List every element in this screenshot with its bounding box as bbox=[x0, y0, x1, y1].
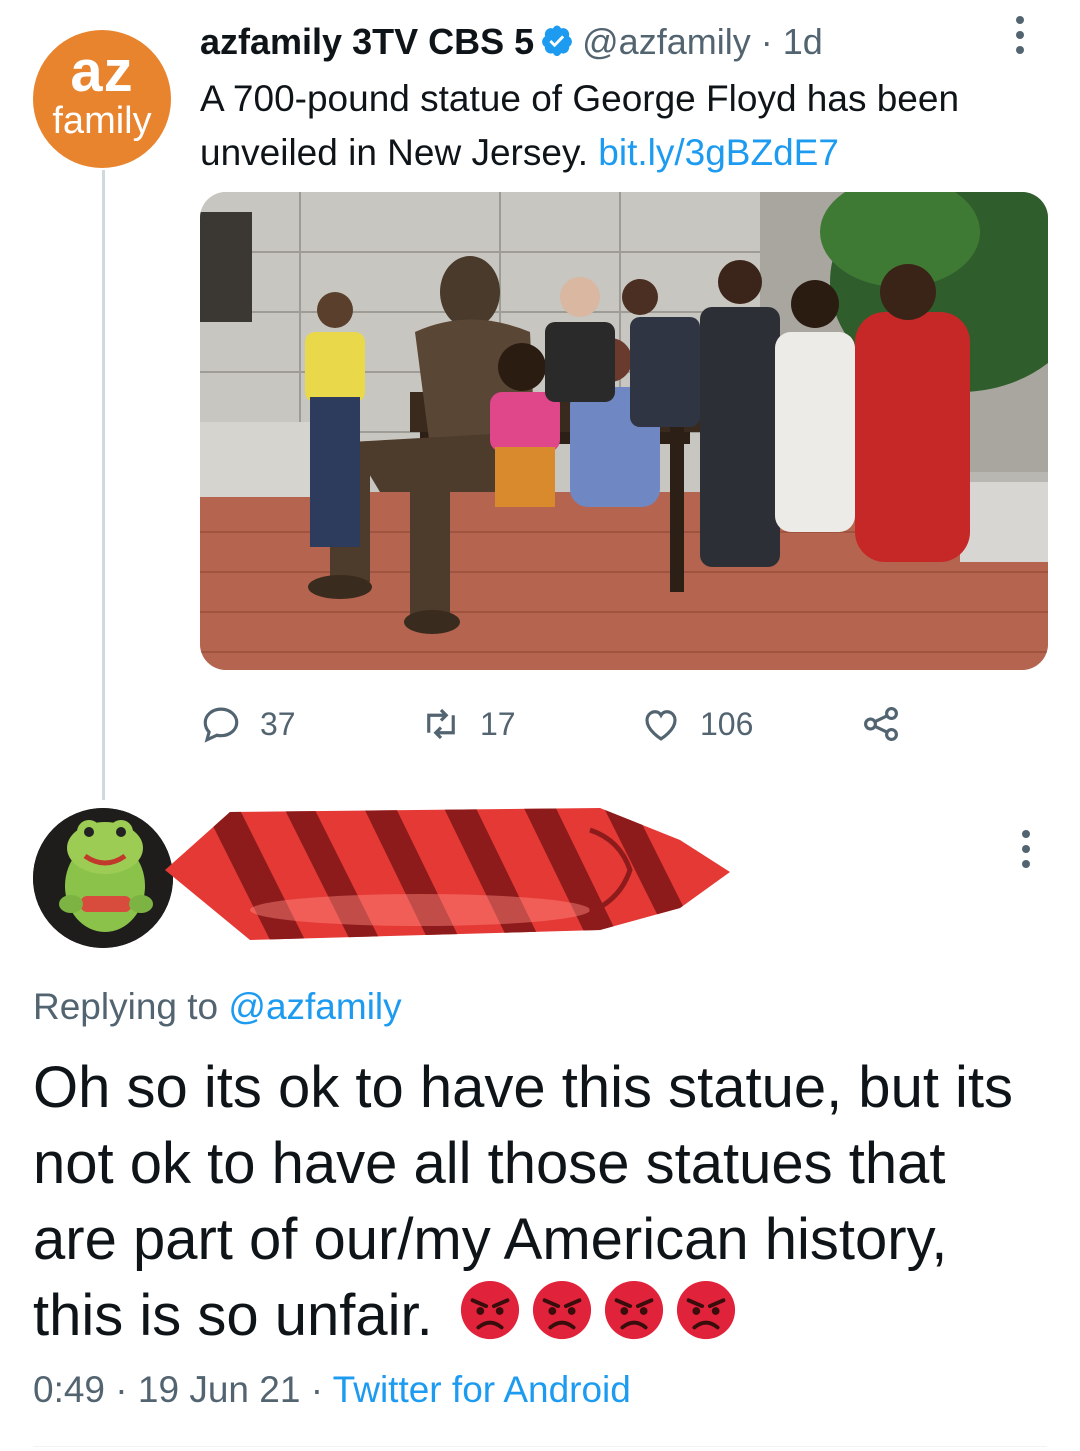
emoji-row bbox=[449, 1280, 737, 1348]
retweet-count: 17 bbox=[480, 705, 516, 742]
statue-photo bbox=[200, 192, 1048, 670]
author-name[interactable]: azfamily 3TV CBS 5 bbox=[200, 21, 534, 62]
reply-source[interactable]: Twitter for Android bbox=[333, 1369, 631, 1410]
reply-time: 0:49 bbox=[33, 1369, 106, 1410]
retweet-button[interactable]: 17 bbox=[420, 698, 516, 750]
meta-separator-1: · bbox=[115, 1369, 128, 1410]
tweet-action-bar: 37 17 106 bbox=[200, 698, 940, 750]
bottom-divider bbox=[33, 1446, 1047, 1447]
reply-meta: 0:49 · 19 Jun 21 · Twitter for Android bbox=[33, 1365, 631, 1415]
reply-author-avatar[interactable] bbox=[33, 808, 173, 948]
tweet-link[interactable]: bit.ly/3gBZdE7 bbox=[598, 132, 839, 173]
replying-handle[interactable]: @azfamily bbox=[228, 986, 401, 1027]
avatar-text-family: family bbox=[52, 100, 152, 142]
retweet-icon bbox=[427, 708, 455, 740]
reply-button[interactable]: 37 bbox=[200, 698, 296, 750]
author-handle[interactable]: @azfamily bbox=[582, 21, 751, 62]
reply-icon bbox=[203, 707, 239, 743]
meta-separator-2: · bbox=[310, 1369, 324, 1410]
header-separator: · bbox=[760, 21, 773, 62]
reply-text: Oh so its ok to have this statue, but it… bbox=[33, 1050, 1043, 1354]
red-tie-redaction bbox=[165, 808, 730, 940]
angry-face-icon bbox=[676, 1280, 735, 1340]
like-count: 106 bbox=[700, 705, 754, 742]
verified-badge-icon bbox=[542, 25, 572, 57]
share-icon bbox=[864, 707, 898, 741]
reply-count: 37 bbox=[260, 705, 296, 742]
angry-face-icon bbox=[532, 1280, 591, 1340]
frog-plush-avatar bbox=[33, 808, 173, 948]
angry-face-icon bbox=[460, 1280, 519, 1340]
name-redaction bbox=[160, 800, 740, 950]
tweet-header: azfamily 3TV CBS 5 @azfamily · 1d bbox=[200, 20, 823, 64]
tweet-photo[interactable] bbox=[200, 192, 1048, 670]
heart-icon bbox=[645, 710, 677, 741]
tweet-text: A 700-pound statue of George Floyd has b… bbox=[200, 72, 1050, 180]
tweet-time[interactable]: 1d bbox=[783, 21, 823, 62]
replying-to: Replying to @azfamily bbox=[33, 982, 402, 1032]
like-button[interactable]: 106 bbox=[640, 698, 753, 750]
reply-more-options-icon[interactable] bbox=[1016, 830, 1036, 876]
share-button[interactable] bbox=[860, 698, 920, 750]
replying-prefix: Replying to bbox=[33, 986, 219, 1027]
reply-date: 19 Jun 21 bbox=[137, 1369, 301, 1410]
tweet-body: A 700-pound statue of George Floyd has b… bbox=[200, 78, 960, 173]
avatar-text-az: az bbox=[70, 39, 134, 104]
more-options-icon[interactable] bbox=[1010, 16, 1030, 62]
azfamily-avatar[interactable]: az family bbox=[33, 30, 171, 168]
thread-connector-line bbox=[102, 170, 105, 800]
angry-face-icon bbox=[604, 1280, 663, 1340]
